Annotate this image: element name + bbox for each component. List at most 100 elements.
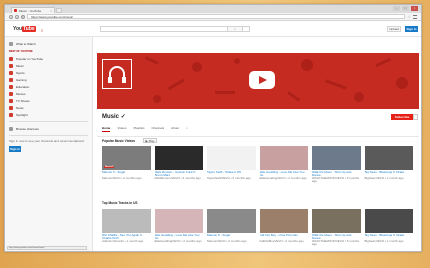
- video-card[interactable]: Walk the Moon - Shut Up and Dance WALKTHE…: [312, 146, 361, 183]
- video-card[interactable]: Taylor Swift - Shake It Off TaylorSwiftVE…: [207, 146, 256, 181]
- sidebar-item-tv[interactable]: TV Shows: [9, 97, 88, 104]
- sidebar-item-popular[interactable]: Popular on YouTube: [9, 55, 88, 62]
- video-card[interactable]: Wiz Khalifa - See You Again ft. Charlie …: [102, 209, 151, 244]
- tab-about[interactable]: About: [171, 126, 179, 132]
- tab-channels[interactable]: Channels: [151, 126, 164, 132]
- sidebar-item-movies[interactable]: Movies: [9, 90, 88, 97]
- tab-home[interactable]: Home: [102, 126, 111, 132]
- window-controls: – □ ×: [393, 6, 418, 11]
- video-meta: WALKTHEMOONVEVO • 5 months ago: [312, 176, 360, 183]
- sidebar-item-spotlight[interactable]: Spotlight: [9, 111, 88, 118]
- tab-close-icon[interactable]: ×: [50, 9, 52, 13]
- sidebar-item-what-to-watch[interactable]: What to Watch: [9, 40, 88, 47]
- sign-in-button[interactable]: Sign in: [405, 26, 418, 32]
- sidebar-item-browse-channels[interactable]: Browse channels: [9, 125, 88, 132]
- video-thumbnail[interactable]: [312, 209, 361, 233]
- channel-avatar[interactable]: [102, 59, 132, 89]
- browser-window: Music - YouTube × – □ × ‹ › ↻ https://ww…: [4, 4, 422, 252]
- close-window-button[interactable]: ×: [411, 6, 418, 11]
- video-meta: Atlantic Records • 1 month ago: [102, 239, 144, 243]
- video-meta: TaylorSwiftVEVO • 6 months ago: [207, 176, 251, 180]
- video-thumbnail[interactable]: [259, 209, 308, 233]
- video-card[interactable]: Maroon 5 - Sugar MaroonVEVO • 2 months ag…: [207, 209, 256, 244]
- tab-bar: Music - YouTube × – □ ×: [5, 5, 421, 13]
- youtube-logo[interactable]: You Tube: [13, 26, 36, 32]
- video-card[interactable]: Walk the Moon - Shut Up and Dance WALKTHE…: [312, 209, 361, 246]
- sidebar-item-label: Education: [16, 84, 30, 89]
- sidebar-best-of-list: Popular on YouTube Music Sports Gaming Educa…: [9, 55, 88, 118]
- sidebar-item-label: Sports: [16, 70, 25, 75]
- reload-icon[interactable]: ↻: [21, 14, 25, 19]
- video-card[interactable]: Ellie Goulding - Love Me Like You Do Elli…: [259, 146, 308, 181]
- channel-header: Music ✓ Subscribe Home Videos Playlists Cha…: [97, 109, 419, 137]
- browse-channels-icon: [9, 126, 13, 131]
- movies-icon: [9, 91, 13, 96]
- video-meta: MaroonVEVO • 2 months ago: [102, 176, 142, 180]
- sidebar-item-news[interactable]: News: [9, 104, 88, 111]
- sidebar-item-education[interactable]: Education: [9, 83, 88, 90]
- sidebar-item-label: Music: [16, 63, 24, 68]
- video-thumbnail[interactable]: [154, 209, 203, 233]
- address-bar-row: ‹ › ↻ https://www.youtube.com/music ☆: [5, 13, 421, 21]
- sports-icon: [9, 70, 13, 75]
- channel-title: Music ✓: [102, 113, 126, 120]
- bookmark-star-icon[interactable]: ☆: [407, 14, 411, 19]
- video-card[interactable]: Maroon5 Maroon 5 - Sugar MaroonVEVO • 2 mo…: [102, 146, 151, 181]
- sidebar-sign-in-button[interactable]: Sign in: [9, 146, 21, 152]
- minimize-button[interactable]: –: [393, 6, 400, 11]
- channel-name: Music: [102, 114, 120, 120]
- video-thumbnail[interactable]: [207, 146, 256, 170]
- channel-banner: [97, 53, 419, 109]
- tab-playlists[interactable]: Playlists: [133, 126, 144, 132]
- video-card[interactable]: Mark Ronson - Uptown Funk ft. Bruno Mars…: [154, 146, 203, 181]
- play-all-button[interactable]: ▶ Play: [143, 138, 157, 143]
- sidebar-divider: [9, 135, 88, 136]
- video-card[interactable]: Big Sean - Blessings ft. Drake BigSeanVEV…: [364, 209, 413, 244]
- video-meta: EllieGouldingVEVO • 2 months ago: [154, 239, 202, 243]
- sidebar-item-label: What to Watch: [16, 41, 36, 46]
- search-button[interactable]: ⌕: [227, 26, 243, 32]
- video-thumbnail[interactable]: [364, 209, 413, 233]
- tab-videos[interactable]: Videos: [117, 126, 126, 132]
- video-thumbnail[interactable]: [364, 146, 413, 170]
- subscriber-count: [413, 114, 418, 120]
- sidebar-item-gaming[interactable]: Gaming: [9, 76, 88, 83]
- video-meta: MaroonVEVO • 2 months ago: [207, 239, 247, 243]
- video-thumbnail[interactable]: [154, 146, 203, 170]
- sidebar-divider: [9, 121, 88, 122]
- video-meta: EllieGouldingVEVO • 2 months ago: [259, 176, 307, 180]
- video-meta: MarkRonsonVEVO • 3 months ago: [154, 176, 201, 180]
- sidebar-item-label: Gaming: [16, 77, 27, 82]
- sidebar-item-label: News: [16, 105, 24, 110]
- guide-menu-icon[interactable]: ≡: [41, 28, 43, 33]
- music-icon: [9, 63, 13, 68]
- upload-button[interactable]: Upload: [387, 26, 401, 32]
- maximize-button[interactable]: □: [402, 6, 409, 11]
- sidebar-item-sports[interactable]: Sports: [9, 69, 88, 76]
- video-thumbnail[interactable]: [259, 146, 308, 170]
- video-thumbnail[interactable]: [102, 209, 151, 233]
- video-card[interactable]: Ellie Goulding - Love Me Like You Do Elli…: [154, 209, 203, 244]
- channel-main: Music ✓ Subscribe Home Videos Playlists Cha…: [97, 38, 419, 250]
- sidebar-item-label: Spotlight: [16, 112, 28, 117]
- video-thumbnail[interactable]: [207, 209, 256, 233]
- tab-search[interactable]: ⌕: [186, 126, 188, 132]
- video-meta: FallOutBoyVEVO • 2 months ago: [259, 239, 304, 243]
- forward-icon[interactable]: ›: [15, 14, 19, 19]
- url-input[interactable]: https://www.youtube.com/music: [27, 14, 406, 19]
- education-icon: [9, 84, 13, 89]
- video-thumbnail[interactable]: Maroon5: [102, 146, 151, 170]
- video-thumbnail[interactable]: [312, 146, 361, 170]
- vevo-badge: Maroon5: [104, 166, 115, 168]
- browser-menu-icon[interactable]: [413, 14, 417, 19]
- sidebar-sign-in-note: Sign in now to see your channels and rec…: [9, 139, 85, 143]
- video-card[interactable]: Fall Out Boy - Uma Thurman FallOutBoyVEVO…: [259, 209, 308, 244]
- headphones-icon: [108, 66, 126, 83]
- subscribe-button[interactable]: Subscribe: [391, 114, 413, 120]
- sidebar: What to Watch BEST OF YOUTUBE Popular on…: [5, 37, 93, 251]
- sidebar-item-music[interactable]: Music: [9, 62, 88, 69]
- video-card[interactable]: Big Sean - Blessings ft. Drake BigSeanVEV…: [364, 146, 413, 181]
- spotlight-icon: [9, 112, 13, 117]
- back-icon[interactable]: ‹: [9, 14, 13, 19]
- sidebar-item-label: TV Shows: [16, 98, 30, 103]
